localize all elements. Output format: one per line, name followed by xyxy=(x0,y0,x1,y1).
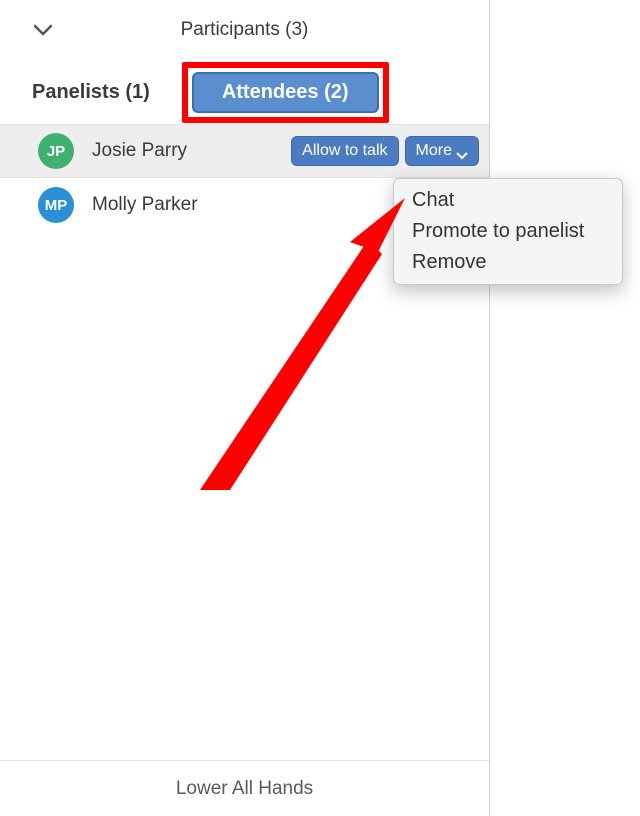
more-button[interactable]: More xyxy=(405,136,479,166)
menu-item-remove[interactable]: Remove xyxy=(394,247,622,278)
tabs-row: Panelists (1) Attendees (2) xyxy=(0,60,489,124)
panel-header: Participants (3) xyxy=(0,0,489,60)
menu-item-promote[interactable]: Promote to panelist xyxy=(394,216,622,247)
allow-to-talk-label: Allow to talk xyxy=(302,142,387,160)
attendee-row[interactable]: JP Josie Parry Allow to talk More xyxy=(0,124,489,178)
chevron-down-icon xyxy=(456,147,468,155)
menu-item-chat[interactable]: Chat xyxy=(394,185,622,216)
tab-attendees[interactable]: Attendees (2) xyxy=(192,72,379,113)
more-dropdown-menu: Chat Promote to panelist Remove xyxy=(393,178,623,285)
footer: Lower All Hands xyxy=(0,760,489,816)
avatar: MP xyxy=(38,187,74,223)
chevron-down-icon[interactable] xyxy=(34,24,52,36)
attendee-name: Josie Parry xyxy=(92,140,273,162)
annotation-highlight-box: Attendees (2) xyxy=(182,62,389,123)
lower-all-hands-button[interactable]: Lower All Hands xyxy=(176,778,313,800)
row-actions: Allow to talk More xyxy=(291,136,489,166)
allow-to-talk-button[interactable]: Allow to talk xyxy=(291,136,398,166)
tab-panelists[interactable]: Panelists (1) xyxy=(28,73,154,112)
more-label: More xyxy=(416,142,452,160)
participants-panel: Participants (3) Panelists (1) Attendees… xyxy=(0,0,490,816)
avatar: JP xyxy=(38,133,74,169)
panel-title: Participants (3) xyxy=(0,19,489,41)
